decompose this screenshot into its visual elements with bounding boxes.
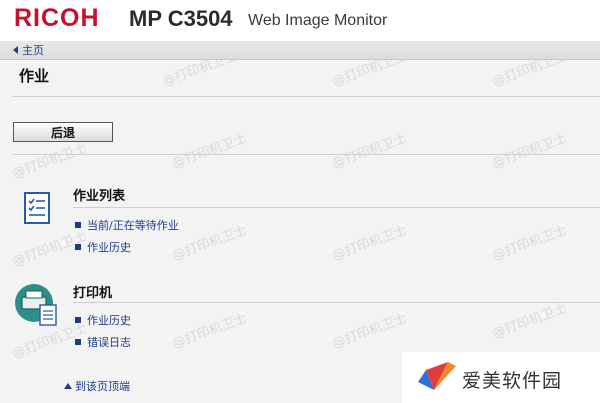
watermark-text: @打印机卫士 <box>170 310 249 352</box>
printer-icon <box>15 284 57 326</box>
watermark-text: @打印机卫士 <box>10 140 89 182</box>
page-title: 作业 <box>19 67 50 85</box>
back-to-top-link[interactable]: 到该页顶端 <box>64 378 130 394</box>
up-arrow-icon <box>64 383 72 389</box>
link-error-log[interactable]: 错误日志 <box>75 334 131 350</box>
divider <box>73 207 600 208</box>
app-header: RICOH MP C3504 Web Image Monitor <box>0 0 600 41</box>
link-label: 当前/正在等待作业 <box>87 219 179 232</box>
watermark-text: @打印机卫士 <box>490 300 569 342</box>
breadcrumb-home-label: 主页 <box>22 44 44 57</box>
watermark-text: @打印机卫士 <box>330 130 409 172</box>
bullet-icon <box>75 339 81 345</box>
watermark-text: @打印机卫士 <box>330 310 409 352</box>
watermark-text: @打印机卫士 <box>490 130 569 172</box>
site-logo-icon <box>418 362 456 390</box>
watermark-text: @打印机卫士 <box>330 222 409 264</box>
page: @打印机卫士 @打印机卫士 @打印机卫士 @打印机卫士 @打印机卫士 @打印机卫… <box>0 0 600 403</box>
site-watermark-text: 爱美软件园 <box>462 370 563 392</box>
breadcrumb-home-link[interactable]: 主页 <box>13 42 44 58</box>
link-current-waiting-jobs[interactable]: 当前/正在等待作业 <box>75 217 179 233</box>
back-arrow-icon <box>13 46 18 54</box>
watermark-text: @打印机卫士 <box>170 222 249 264</box>
divider <box>12 154 600 155</box>
watermark-text: @打印机卫士 <box>170 130 249 172</box>
back-to-top-label: 到该页顶端 <box>75 380 130 393</box>
job-list-icon <box>24 192 50 224</box>
link-printer-job-history[interactable]: 作业历史 <box>75 312 131 328</box>
device-model: MP C3504 <box>129 6 233 31</box>
section-title-job-list: 作业列表 <box>73 189 126 204</box>
brand-logo: RICOH <box>14 4 100 32</box>
link-label: 错误日志 <box>87 336 131 349</box>
app-title: Web Image Monitor <box>248 12 388 29</box>
bullet-icon <box>75 222 81 228</box>
breadcrumb: 主页 <box>0 41 600 60</box>
bullet-icon <box>75 317 81 323</box>
section-title-printer: 打印机 <box>73 286 113 301</box>
back-button[interactable]: 后退 <box>13 122 113 142</box>
link-label: 作业历史 <box>87 241 131 254</box>
link-label: 作业历史 <box>87 314 131 327</box>
link-job-history[interactable]: 作业历史 <box>75 239 131 255</box>
bullet-icon <box>75 244 81 250</box>
divider <box>12 96 600 97</box>
divider <box>73 302 600 303</box>
watermark-text: @打印机卫士 <box>490 222 569 264</box>
